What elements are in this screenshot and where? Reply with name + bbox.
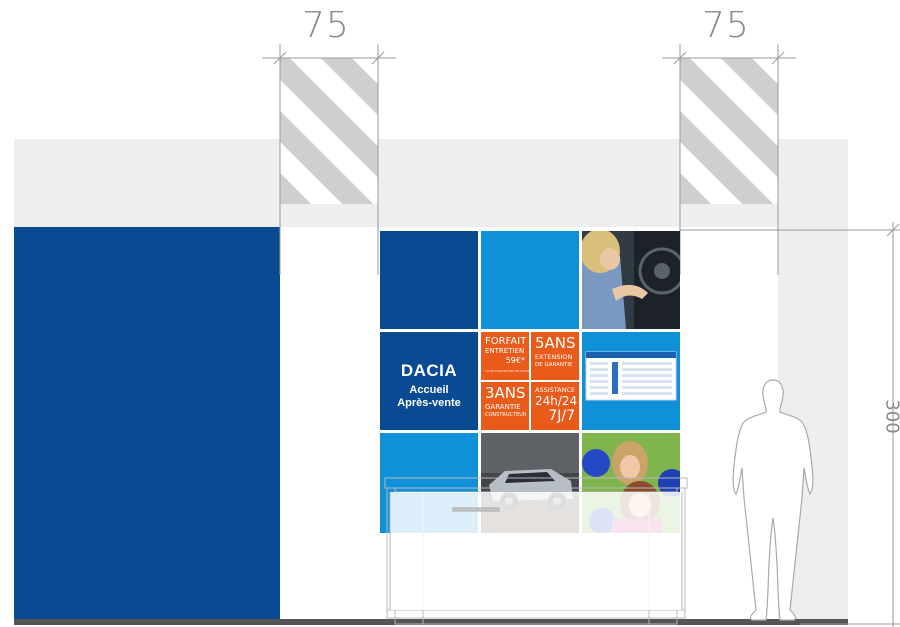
- human-scale-figure: [732, 379, 814, 621]
- elevation-drawing: 75 75 300 DACIA Accueil Après-vente FORF…: [0, 0, 900, 627]
